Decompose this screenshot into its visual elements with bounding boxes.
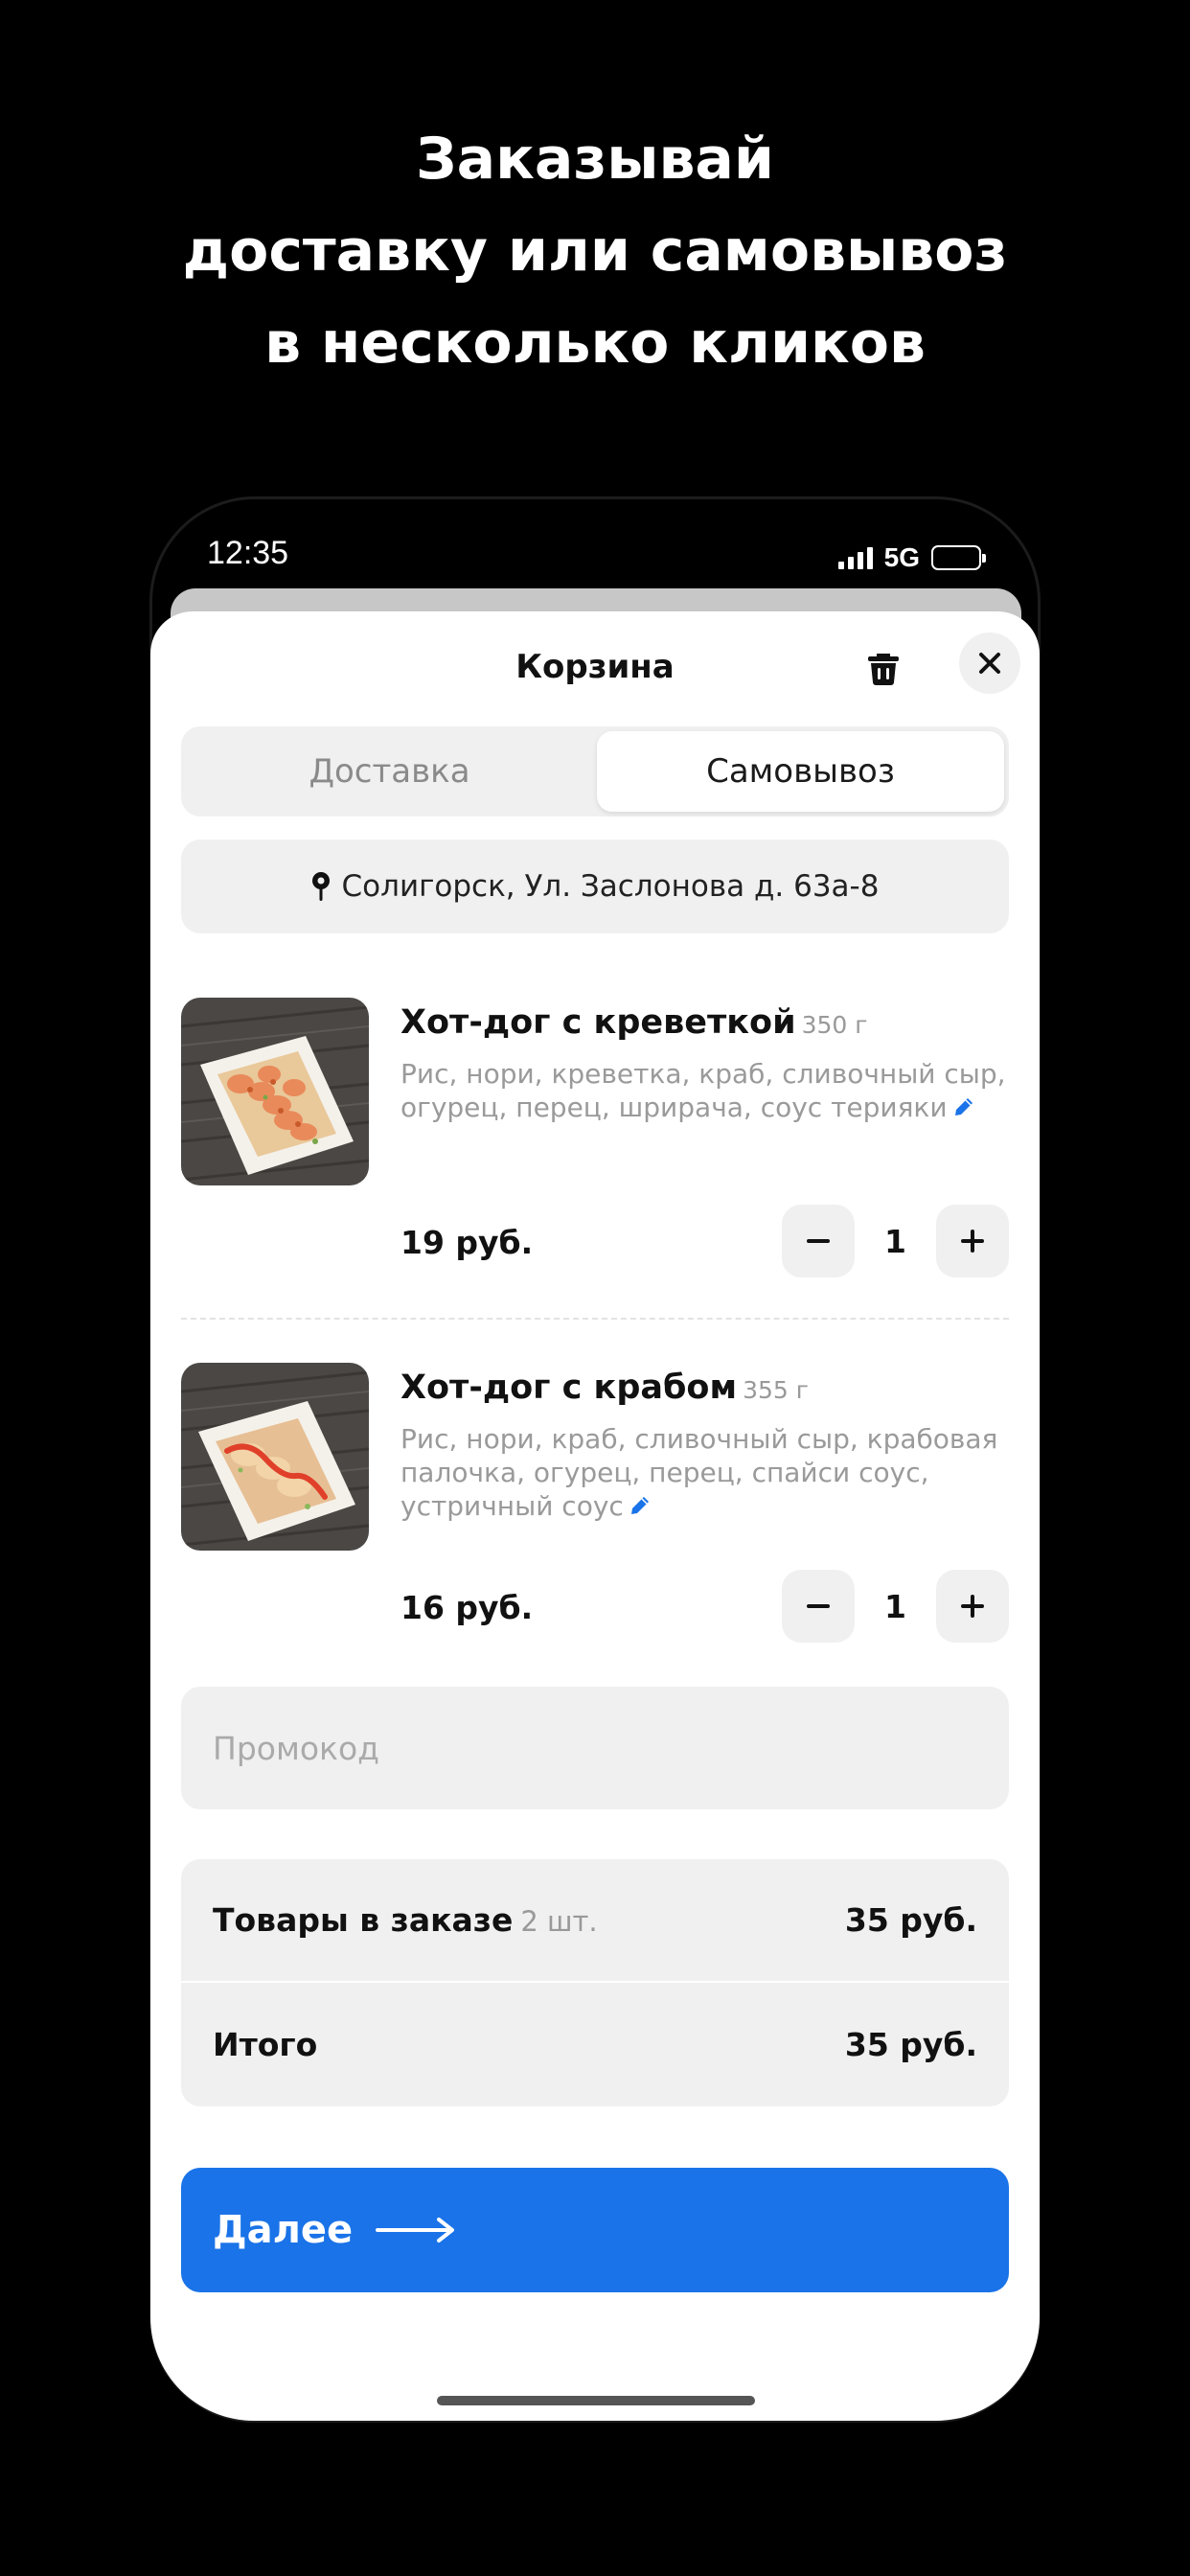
order-summary: Товары в заказе 2 шт. 35 руб. Итого 35 ру… (181, 1859, 1009, 2106)
item-name: Хот-дог с креветкой 350 г (400, 1003, 868, 1042)
plus-icon (961, 1595, 984, 1618)
decrease-quantity-button[interactable] (782, 1205, 855, 1277)
increase-quantity-button[interactable] (936, 1570, 1009, 1643)
item-weight: 350 г (801, 1011, 868, 1039)
status-time: 12:35 (207, 535, 289, 571)
minus-icon (807, 1604, 830, 1608)
edit-pencil-icon[interactable] (951, 1094, 976, 1119)
decrease-quantity-button[interactable] (782, 1570, 855, 1643)
summary-total-row: Итого 35 руб. (181, 1983, 1009, 2106)
close-icon (979, 653, 1000, 674)
item-name: Хот-дог с крабом 355 г (400, 1368, 809, 1407)
close-button[interactable] (959, 632, 1020, 694)
summary-items-count: 2 шт. (520, 1905, 598, 1938)
cart-sheet: Корзина Доставка Самовывоз Солигорск, Ул… (150, 611, 1040, 2421)
summary-total-value: 35 руб. (844, 2026, 977, 2063)
page-title: Корзина (515, 648, 675, 686)
product-image (181, 998, 369, 1185)
product-image (181, 1363, 369, 1551)
summary-items-total: 35 руб. (844, 1901, 977, 1939)
next-button-label: Далее (213, 2208, 354, 2252)
minus-icon (807, 1239, 830, 1243)
tab-pickup[interactable]: Самовывоз (597, 731, 1004, 812)
item-quantity: 1 (884, 1587, 906, 1625)
summary-items-row: Товары в заказе 2 шт. 35 руб. (181, 1859, 1009, 1983)
item-price: 19 руб. (400, 1224, 534, 1261)
increase-quantity-button[interactable] (936, 1205, 1009, 1277)
headline-line-1: Заказывай (416, 126, 774, 193)
summary-total-label: Итого (213, 2026, 318, 2063)
promo-headline: Заказывай доставку или самовывоз в неско… (0, 113, 1190, 389)
address-text: Солигорск, Ул. Заслонова д. 63а-8 (341, 869, 880, 904)
network-label: 5G (883, 542, 920, 572)
next-button[interactable]: Далее (181, 2168, 1009, 2292)
item-divider (181, 1318, 1009, 1320)
status-right: 5G (837, 542, 986, 573)
item-description: Рис, нори, краб, сливочный сыр, крабовая… (400, 1423, 998, 1522)
clear-cart-button[interactable] (862, 646, 904, 688)
headline-line-3: в несколько кликов (264, 310, 926, 377)
tab-delivery[interactable]: Доставка (186, 731, 593, 812)
promo-code-input[interactable]: Промокод (181, 1687, 1009, 1809)
item-weight: 355 г (743, 1376, 809, 1404)
plus-icon (961, 1230, 984, 1253)
headline-line-2: доставку или самовывоз (182, 218, 1008, 285)
battery-icon (931, 545, 986, 570)
delivery-mode-switch: Доставка Самовывоз (181, 726, 1009, 816)
cart-item: Хот-дог с крабом 355 г Рис, нори, краб, с… (181, 1363, 1009, 1689)
signal-icon (837, 546, 873, 569)
item-price: 16 руб. (400, 1589, 534, 1626)
status-bar: 12:35 5G (149, 535, 1041, 583)
item-description: Рис, нори, креветка, краб, сливочный сыр… (400, 1058, 1006, 1123)
home-indicator (437, 2396, 755, 2405)
address-selector[interactable]: Солигорск, Ул. Заслонова д. 63а-8 (181, 840, 1009, 933)
arrow-right-icon (376, 2218, 455, 2242)
location-pin-icon (311, 872, 330, 901)
trash-icon (868, 654, 899, 685)
cart-item: Хот-дог с креветкой 350 г Рис, нори, крев… (181, 998, 1009, 1323)
edit-pencil-icon[interactable] (628, 1493, 652, 1518)
summary-items-label: Товары в заказе 2 шт. (213, 1901, 598, 1939)
item-quantity: 1 (884, 1222, 906, 1260)
